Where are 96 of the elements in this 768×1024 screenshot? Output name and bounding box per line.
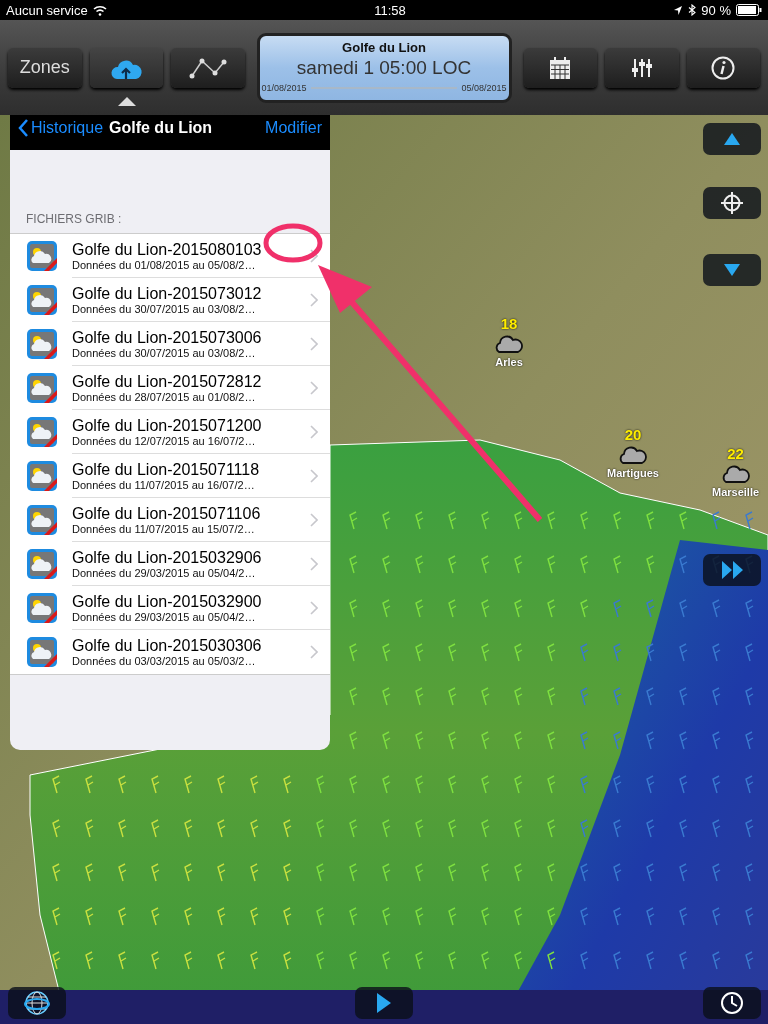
chevron-right-icon <box>310 425 318 439</box>
city-label: Arles <box>495 356 523 368</box>
weather-app-icon <box>26 504 58 536</box>
globe-icon <box>24 990 50 1016</box>
file-row[interactable]: Golfe du Lion-2015080103 Données du 01/08/2015 au 05/08/2… <box>10 234 330 278</box>
chevron-left-icon <box>18 118 29 138</box>
file-name: Golfe du Lion-2015072812 <box>72 372 263 391</box>
fast-forward-button[interactable] <box>703 554 761 586</box>
file-row[interactable]: Golfe du Lion-2015071106 Données du 11/07/2015 au 15/07/2… <box>10 498 330 542</box>
clock-button[interactable] <box>703 987 761 1019</box>
file-row[interactable]: Golfe du Lion-2015073006 Données du 30/07/2015 au 03/08/2… <box>10 322 330 366</box>
calendar-button[interactable] <box>523 47 597 88</box>
sliders-button[interactable] <box>605 47 679 88</box>
calendar-icon <box>549 56 572 79</box>
chevron-right-icon <box>310 337 318 351</box>
start-date: 01/08/2015 <box>261 82 307 93</box>
temperature-label: 18 <box>500 315 518 332</box>
file-dates: Données du 11/07/2015 au 15/07/2… <box>72 522 256 535</box>
file-row[interactable]: Golfe du Lion-2015071200 Données du 12/07/2015 au 16/07/2… <box>10 410 330 454</box>
chevron-right-icon <box>310 293 318 307</box>
file-name: Golfe du Lion-2015032906 <box>72 548 263 567</box>
end-date: 05/08/2015 <box>461 82 507 93</box>
weather-app-icon <box>26 240 58 272</box>
timeline-time: samedi 1 05:00 LOC <box>296 56 472 79</box>
clock-time: 11:58 <box>374 2 406 18</box>
up-arrow-button[interactable] <box>703 123 761 155</box>
chevron-right-icon <box>310 249 318 263</box>
file-name: Golfe du Lion-2015071200 <box>72 416 263 435</box>
file-name: Golfe du Lion-2015071118 <box>72 460 261 479</box>
weather-app-icon <box>26 460 58 492</box>
file-dates: Données du 28/07/2015 au 01/08/2… <box>72 390 257 403</box>
weather-app-icon <box>26 548 58 580</box>
fast-forward-icon <box>720 560 744 580</box>
zones-button[interactable]: Zones <box>8 47 82 88</box>
chevron-right-icon <box>310 469 318 483</box>
chevron-right-icon <box>310 645 318 659</box>
back-button[interactable]: Historique <box>18 118 104 138</box>
file-dates: Données du 12/07/2015 au 16/07/2… <box>72 434 257 447</box>
file-name: Golfe du Lion-2015071106 <box>72 504 262 523</box>
chevron-right-icon <box>310 513 318 527</box>
file-dates: Données du 03/03/2015 au 05/03/2… <box>72 655 257 667</box>
file-dates: Données du 30/07/2015 au 03/08/2… <box>72 346 257 359</box>
crosshair-button[interactable] <box>703 187 761 219</box>
section-header: FICHIERS GRIB : <box>25 211 123 228</box>
down-arrow-icon <box>722 262 742 278</box>
file-dates: Données du 30/07/2015 au 03/08/2… <box>72 302 257 315</box>
panel-title: Golfe du Lion <box>109 119 214 137</box>
file-row[interactable]: Golfe du Lion-2015030306 Données du 03/03/2015 au 05/03/2… <box>10 630 330 674</box>
file-dates: Données du 29/03/2015 au 05/04/2… <box>72 610 257 623</box>
temperature-label: 20 <box>624 426 642 443</box>
wifi-icon <box>92 4 107 16</box>
file-dates: Données du 29/03/2015 au 05/04/2… <box>72 566 257 579</box>
file-row[interactable]: Golfe du Lion-2015032900 Données du 29/03/2015 au 05/04/2… <box>10 586 330 630</box>
play-icon <box>375 992 393 1014</box>
play-button[interactable] <box>355 987 413 1019</box>
chevron-right-icon <box>310 557 318 571</box>
file-row[interactable]: Golfe du Lion-2015072812 Données du 28/07/2015 au 01/08/2… <box>10 366 330 410</box>
chevron-right-icon <box>310 601 318 615</box>
file-row[interactable]: Golfe du Lion-2015071118 Données du 11/07/2015 au 16/07/2… <box>10 454 330 498</box>
weather-app-icon <box>26 636 58 668</box>
weather-app-icon <box>26 284 58 316</box>
crosshair-icon <box>721 192 743 214</box>
city-label: Martigues <box>607 467 659 479</box>
file-dates: Données du 11/07/2015 au 16/07/2… <box>72 478 256 491</box>
file-row[interactable]: Golfe du Lion-2015032906 Données du 29/03/2015 au 05/04/2… <box>10 542 330 586</box>
route-button[interactable] <box>171 47 245 88</box>
info-icon <box>711 55 736 80</box>
city-label: Marseille <box>712 486 760 498</box>
location-arrow-icon <box>673 4 684 16</box>
weather-app-icon <box>26 416 58 448</box>
battery-icon <box>736 4 762 16</box>
info-button[interactable] <box>686 47 760 88</box>
file-name: Golfe du Lion-2015032900 <box>72 592 263 611</box>
battery-percent: 90 % <box>701 2 731 18</box>
highlight-ellipse <box>263 223 323 263</box>
chevron-right-icon <box>310 381 318 395</box>
file-name: Golfe du Lion-2015073006 <box>72 328 263 347</box>
temperature-label: 22 <box>727 445 744 462</box>
clock-icon <box>720 991 744 1015</box>
weather-app-icon <box>26 328 58 360</box>
timeline-panel[interactable]: Golfe du Lion samedi 1 05:00 LOC 01/08/2015 05/08/2015 <box>256 32 512 103</box>
timeline-title: Golfe du Lion <box>342 39 426 55</box>
weather-app-icon <box>26 592 58 624</box>
file-name: Golfe du Lion-2015073012 <box>72 284 263 303</box>
bluetooth-icon <box>688 4 697 16</box>
carrier-text: Aucun service <box>6 2 88 18</box>
weather-app-icon <box>26 372 58 404</box>
file-dates: Données du 01/08/2015 au 05/08/2… <box>72 258 257 271</box>
globe-button[interactable] <box>8 987 66 1019</box>
up-arrow-icon <box>722 131 742 147</box>
down-arrow-button[interactable] <box>703 254 761 286</box>
file-name: Golfe du Lion-2015030306 <box>72 637 263 655</box>
edit-button[interactable]: Modifier <box>265 119 322 137</box>
file-name: Golfe du Lion-2015080103 <box>72 240 263 259</box>
file-row[interactable]: Golfe du Lion-2015073012 Données du 30/07/2015 au 03/08/2… <box>10 278 330 322</box>
sliders-icon <box>630 56 653 79</box>
